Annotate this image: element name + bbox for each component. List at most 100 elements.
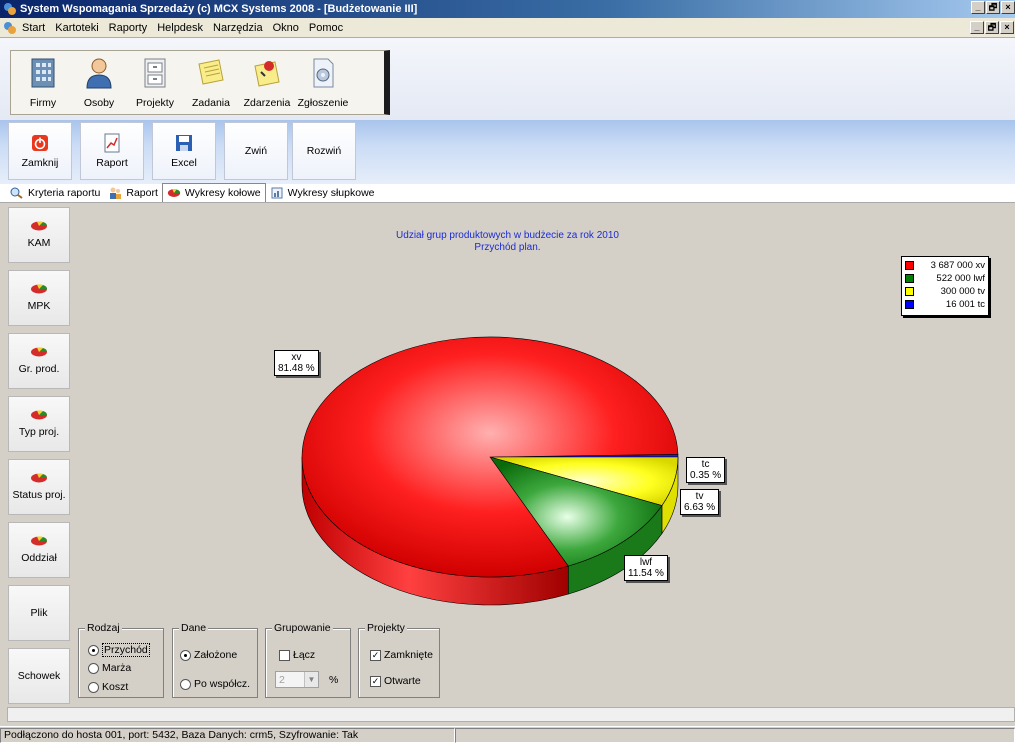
- raport-button[interactable]: Raport: [80, 122, 144, 180]
- radio-button[interactable]: [180, 649, 191, 661]
- zadania-label: Zadania: [192, 97, 230, 109]
- checkbox[interactable]: [279, 649, 290, 661]
- radio-button[interactable]: [180, 678, 191, 690]
- floppy-icon: [176, 135, 192, 151]
- zadania-button[interactable]: Zadania: [183, 55, 239, 117]
- zwin-button[interactable]: Zwiń: [224, 122, 288, 180]
- minimize-button[interactable]: _: [971, 1, 985, 14]
- radio-label: Założone: [194, 649, 238, 661]
- window-title: System Wspomagania Sprzedaży (c) MCX Sys…: [20, 3, 418, 15]
- grupowanie-title: Grupowanie: [272, 622, 333, 634]
- child-minimize-button[interactable]: _: [970, 21, 984, 34]
- pie-icon: [31, 473, 48, 483]
- projekty-group: Projekty: [358, 622, 440, 698]
- slice-label-tc: tc 0.35 %: [686, 457, 726, 483]
- menu-kartoteki[interactable]: Kartoteki: [50, 22, 103, 34]
- menu-helpdesk[interactable]: Helpdesk: [152, 22, 208, 34]
- tab-raport[interactable]: Raport: [104, 184, 162, 202]
- menu-okno[interactable]: Okno: [268, 22, 304, 34]
- osoby-button[interactable]: Osoby: [71, 55, 127, 117]
- sidebar-item-label: Gr. prod.: [18, 363, 60, 375]
- checkbox[interactable]: ✓: [370, 675, 381, 687]
- radio-koszt[interactable]: Koszt: [88, 681, 128, 693]
- rozwin-label: Rozwiń: [306, 145, 342, 157]
- status-connection: Podłączono do hosta 001, port: 5432, Baz…: [0, 727, 455, 743]
- pie-icon: [167, 189, 181, 197]
- zdarzenia-label: Zdarzenia: [243, 97, 291, 109]
- radio-button[interactable]: [88, 681, 99, 693]
- osoby-label: Osoby: [83, 97, 115, 109]
- grupowanie-select[interactable]: 2 ▼: [275, 671, 319, 688]
- zamknij-label: Zamknij: [21, 157, 59, 169]
- sidebar-item-mpk[interactable]: MPK: [8, 270, 70, 326]
- horizontal-scrollbar[interactable]: [7, 707, 1015, 722]
- pie-icon: [31, 284, 48, 294]
- raport-label: Raport: [96, 157, 128, 169]
- zwin-label: Zwiń: [244, 145, 268, 157]
- tab-wykresy-kolowe-label: Wykresy kołowe: [184, 187, 261, 199]
- checkbox-label: Zamknięte: [384, 649, 434, 661]
- radio-przychod[interactable]: Przychód: [88, 643, 150, 657]
- tab-kryteria-label: Kryteria raportu: [28, 187, 101, 199]
- radio-button[interactable]: [88, 644, 99, 656]
- sidebar-item-status-proj[interactable]: Status proj.: [8, 459, 70, 515]
- close-button[interactable]: ×: [1001, 1, 1015, 14]
- sidebar-item-gr-prod[interactable]: Gr. prod.: [8, 333, 70, 389]
- radio-label: Marża: [102, 662, 132, 674]
- sidebar-item-plik[interactable]: Plik: [8, 585, 70, 641]
- status-panel: [455, 727, 1015, 743]
- child-restore-button[interactable]: 🗗: [985, 21, 999, 34]
- radio-zalozone[interactable]: Założone: [180, 649, 237, 661]
- menu-narzedzia[interactable]: Narzędzia: [208, 22, 268, 34]
- menu-pomoc[interactable]: Pomoc: [304, 22, 348, 34]
- tab-wykresy-slupkowe[interactable]: Wykresy słupkowe: [266, 184, 379, 202]
- menu-raporty[interactable]: Raporty: [104, 22, 153, 34]
- chevron-down-icon[interactable]: ▼: [304, 672, 318, 687]
- sidebar-item-oddzial[interactable]: Oddział: [8, 522, 70, 578]
- radio-marza[interactable]: Marża: [88, 662, 131, 674]
- excel-button[interactable]: Excel: [152, 122, 216, 180]
- bar-doc-icon: [271, 187, 283, 199]
- zgloszenie-button[interactable]: Zgłoszenie: [295, 55, 351, 117]
- sidebar-item-label: Typ proj.: [18, 426, 60, 438]
- checkbox-otwarte[interactable]: ✓ Otwarte: [370, 675, 421, 687]
- power-icon: [32, 135, 48, 151]
- rozwin-button[interactable]: Rozwiń: [292, 122, 356, 180]
- checkbox-zamkniete[interactable]: ✓ Zamknięte: [370, 649, 433, 661]
- tab-wykresy-slupkowe-label: Wykresy słupkowe: [287, 187, 375, 199]
- sidebar: KAM MPK Gr. prod. Typ proj. Status proj.…: [8, 207, 70, 704]
- zdarzenia-button[interactable]: Zdarzenia: [239, 55, 295, 117]
- radio-po-wspolcz[interactable]: Po współcz.: [180, 678, 250, 690]
- pie-icon: [31, 410, 48, 420]
- chart-title-block: Udział grup produktowych w budżecie za r…: [0, 230, 1015, 254]
- projekty-button[interactable]: Projekty: [127, 55, 183, 117]
- radio-label: Po współcz.: [194, 678, 251, 690]
- tab-kryteria-raportu[interactable]: Kryteria raportu: [6, 184, 104, 202]
- title-bar: System Wspomagania Sprzedaży (c) MCX Sys…: [0, 0, 1015, 18]
- radio-label: Przychód: [102, 643, 150, 657]
- projekty-title: Projekty: [365, 622, 407, 634]
- sidebar-item-label: Schowek: [17, 670, 61, 682]
- restore-button[interactable]: 🗗: [986, 1, 1000, 14]
- slice-label-name: tc: [701, 459, 710, 470]
- tab-wykresy-kolowe[interactable]: Wykresy kołowe: [161, 183, 266, 202]
- magnifier-icon: [10, 187, 23, 199]
- child-close-button[interactable]: ×: [1000, 21, 1014, 34]
- checkbox-lacz[interactable]: Łącz: [279, 649, 315, 661]
- dane-title: Dane: [179, 622, 209, 634]
- sidebar-item-schowek[interactable]: Schowek: [8, 648, 70, 704]
- app-menu-icon[interactable]: [3, 21, 17, 35]
- module-toolbar: Firmy Osoby Projekty Zadania Zdarzenia Z…: [10, 50, 390, 115]
- zamknij-button[interactable]: Zamknij: [8, 122, 72, 180]
- person-icon: [86, 58, 112, 89]
- cabinet-icon: [144, 58, 166, 88]
- firmy-button[interactable]: Firmy: [15, 55, 71, 117]
- checkbox[interactable]: ✓: [370, 649, 381, 661]
- legend-swatch: [905, 274, 914, 283]
- legend-swatch: [905, 261, 914, 270]
- radio-button[interactable]: [88, 662, 99, 674]
- sidebar-item-typ-proj[interactable]: Typ proj.: [8, 396, 70, 452]
- menu-start[interactable]: Start: [17, 22, 50, 34]
- menu-bar: Start Kartoteki Raporty Helpdesk Narzędz…: [0, 18, 1015, 38]
- legend-label: 522 000 lwf: [936, 273, 985, 284]
